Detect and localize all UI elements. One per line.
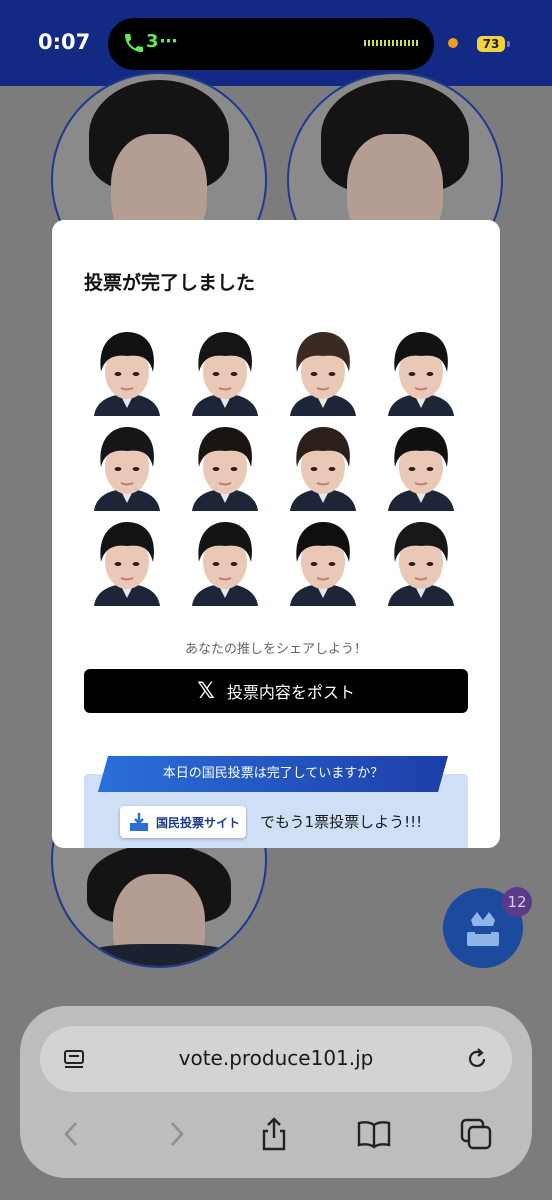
voted-trainee-photo (192, 427, 258, 511)
banner-ribbon: 本日の国民投票は完了していますか？ (98, 756, 448, 792)
reload-icon[interactable] (464, 1046, 490, 1072)
voted-trainee-photo (290, 522, 356, 606)
voted-trainee-photo (388, 522, 454, 606)
post-to-x-button[interactable]: 𝕏 投票内容をポスト (84, 669, 468, 713)
share-button[interactable] (252, 1112, 296, 1156)
voted-trainee-photo (388, 427, 454, 511)
site-badge-label: 国民投票サイト (156, 815, 241, 830)
voted-trainee-photo (94, 522, 160, 606)
phone-icon (125, 34, 143, 52)
post-button-label: 投票内容をポスト (226, 683, 355, 702)
ballot-box-icon (130, 813, 148, 831)
bookmarks-button[interactable] (352, 1112, 396, 1156)
share-hint: あなたの推しをシェアしよう！ (184, 642, 367, 657)
modal-title: 投票が完了しました (84, 272, 256, 294)
voted-trainee-photo (388, 332, 454, 416)
tabs-button[interactable] (454, 1112, 498, 1156)
fab-count-badge: 12 (502, 887, 532, 917)
battery-tip (507, 41, 510, 47)
voted-trainee-photo (192, 522, 258, 606)
privacy-indicator-dot (448, 38, 458, 48)
national-vote-banner[interactable]: 本日の国民投票は完了していますか？ 国民投票サイト でもう1票投票しよう!!! (84, 756, 468, 848)
chevron-left-icon (64, 1122, 77, 1146)
clock: 0:07 (38, 30, 91, 54)
forward-button[interactable] (154, 1112, 198, 1156)
voted-trainee-photo (192, 332, 258, 416)
voted-trainee-photo (290, 332, 356, 416)
crown-ballot-icon (467, 912, 499, 946)
url-text: vote.produce101.jp (178, 1046, 374, 1070)
banner-cta-text: でもう1票投票しよう!!! (260, 813, 423, 831)
tabs-icon (460, 1118, 492, 1150)
national-vote-site-link[interactable]: 国民投票サイト (120, 806, 246, 838)
voted-trainee-photo (94, 332, 160, 416)
dynamic-island[interactable]: 3⋯ (108, 18, 434, 70)
chevron-right-icon (171, 1122, 184, 1146)
address-bar[interactable]: vote.produce101.jp (40, 1026, 512, 1092)
battery-icon: 73 (477, 36, 505, 52)
call-indicator: 3⋯ (146, 31, 179, 52)
book-icon (357, 1121, 391, 1149)
share-icon (262, 1117, 286, 1151)
audio-wave-icon (364, 40, 418, 46)
status-bar: 0:07 3⋯ 73 (0, 0, 552, 86)
x-logo-icon: 𝕏 (197, 678, 215, 704)
voted-trainee-photo (290, 427, 356, 511)
back-button[interactable] (50, 1112, 94, 1156)
vote-complete-modal: 投票が完了しました あなたの推しをシェアしよう！ 𝕏 投票内容をポスト 本日の国… (52, 220, 500, 848)
browser-toolbar: vote.produce101.jp (20, 1006, 532, 1178)
voted-trainee-photo (94, 427, 160, 511)
